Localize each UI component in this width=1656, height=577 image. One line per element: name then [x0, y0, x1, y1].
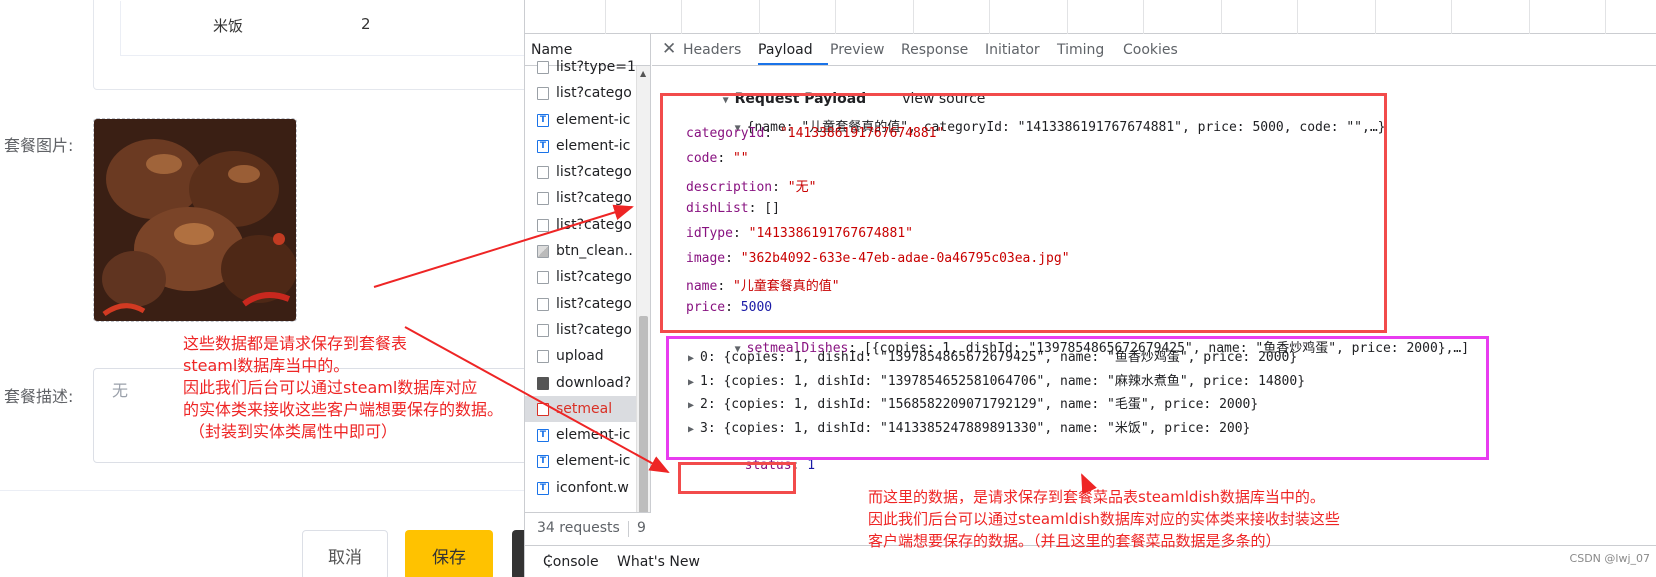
watermark: CSDN @lwj_07: [1569, 552, 1650, 565]
annotation-line: steaml数据库当中的。: [183, 356, 350, 375]
setmeal-dish-annotation-note: 而这里的数据，是请求保存到套餐菜品表steamldish数据库当中的。 因此我们后…: [868, 486, 1340, 552]
annotation-line: 因此我们后台可以通过steamldish数据库对应的实体类来接收封装这些: [868, 510, 1340, 528]
annotation-line: 客户端想要保存的数据。（并且这里的套餐菜品数据是多条的）: [868, 532, 1281, 550]
annotation-line: 这些数据都是请求保存到套餐表: [183, 334, 408, 353]
annotation-line: 而这里的数据，是请求保存到套餐菜品表steamldish数据库当中的。: [868, 488, 1325, 506]
annotation-line: 的实体类来接收这些客户端想要保存的数据。: [183, 400, 504, 419]
annotation-line: （封装到实体类属性中即可）: [189, 422, 398, 441]
screenshot-root: 米饭 2 套餐图片: 套餐描述: 无 取消 保存 Name list?type=…: [0, 0, 1656, 577]
annotation-arrows: [373, 204, 1097, 495]
arrow-to-payload: [373, 204, 634, 288]
entity-annotation-note: 这些数据都是请求保存到套餐表 steaml数据库当中的。因此我们后台可以通过ste…: [183, 333, 503, 443]
annotation-line: 因此我们后台可以通过steaml数据库对应: [183, 378, 478, 397]
